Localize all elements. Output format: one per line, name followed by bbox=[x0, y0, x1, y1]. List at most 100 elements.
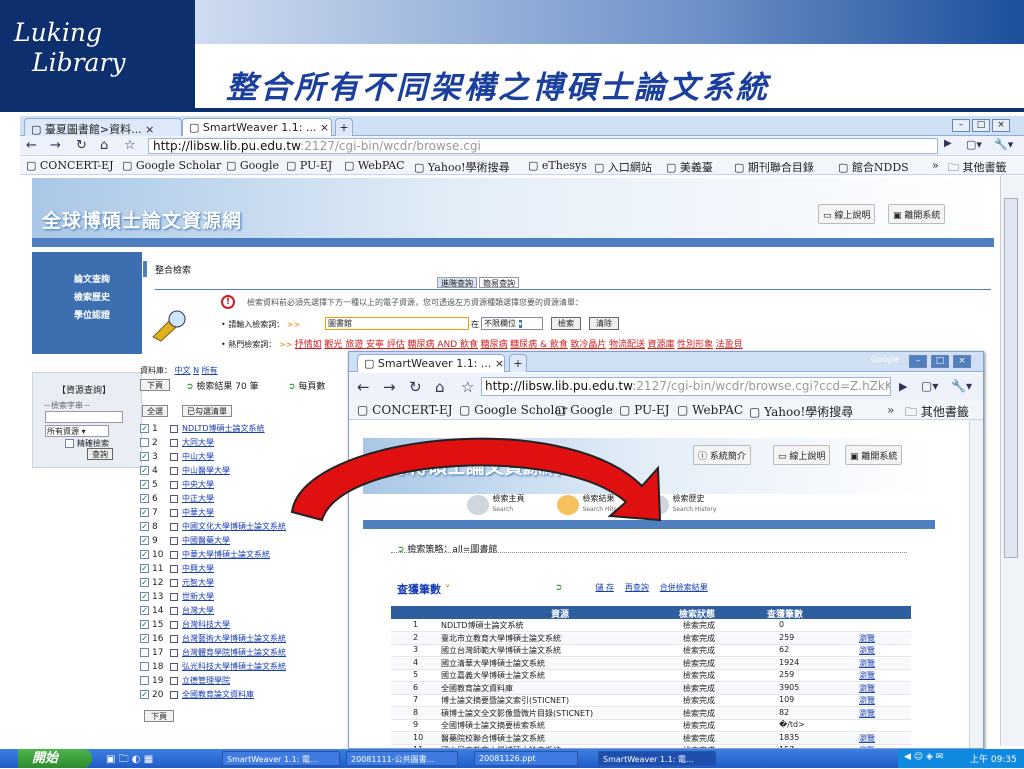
star-icon[interactable]: ☆ bbox=[124, 138, 136, 153]
taskbar-item-smartweaver-active[interactable]: SmartWeaver 1.1: 電... bbox=[598, 751, 716, 766]
bookmark-meiyitai[interactable]: ▢ 美義臺 bbox=[666, 159, 713, 174]
result-list-item[interactable]: 19 立德管理學院 bbox=[140, 675, 340, 688]
home-icon[interactable]: ⌂ bbox=[435, 378, 445, 396]
maximize-button[interactable]: □ bbox=[972, 119, 990, 132]
result-list-item[interactable]: ✓ 13 世新大學 bbox=[140, 591, 340, 604]
side-menu-item-degree[interactable]: 學位認證 bbox=[74, 308, 110, 321]
home-icon[interactable]: ⌂ bbox=[100, 138, 108, 153]
row-browse-link[interactable]: 瀏覽 bbox=[859, 733, 875, 744]
hot-term-link[interactable]: 物流配送 bbox=[609, 340, 645, 350]
result-checkbox[interactable]: ✓ bbox=[140, 564, 149, 573]
resource-link[interactable]: 中興大學 bbox=[182, 564, 214, 573]
resource-link[interactable]: 中央大學 bbox=[182, 480, 214, 489]
bookmark-concert-ej[interactable]: ▢ CONCERT-EJ bbox=[357, 403, 453, 417]
result-list-item[interactable]: ✓ 20 全國教育論文資料庫 bbox=[140, 689, 340, 702]
result-checkbox[interactable] bbox=[140, 438, 149, 447]
page-menu-icon[interactable]: ▢▾ bbox=[921, 379, 938, 393]
row-browse-link[interactable]: 瀏覽 bbox=[859, 708, 875, 719]
selected-list-button[interactable]: 已勾選清單 bbox=[182, 405, 232, 417]
back-icon[interactable]: ← bbox=[26, 138, 37, 153]
result-checkbox[interactable]: ✓ bbox=[140, 466, 149, 475]
minimize-button[interactable]: – bbox=[952, 119, 970, 132]
resource-link[interactable]: 台灣大學 bbox=[182, 606, 214, 615]
resource-link[interactable]: 台灣藝術大學博碩士論文系統 bbox=[182, 634, 286, 643]
result-checkbox[interactable]: ✓ bbox=[140, 620, 149, 629]
inner-close-button[interactable]: × bbox=[953, 355, 971, 368]
resource-link[interactable]: 全國教育論文資料庫 bbox=[182, 690, 254, 699]
bookmark-pu-ej[interactable]: ▢ PU-EJ bbox=[286, 159, 332, 172]
result-list-item[interactable]: ✓ 15 台灣科技大學 bbox=[140, 619, 340, 632]
resource-link[interactable]: NDLTD博碩士論文系統 bbox=[182, 424, 265, 433]
bookmark-webpac[interactable]: ▢ WebPAC bbox=[344, 159, 405, 172]
inner-help-button[interactable]: ▭ 線上說明 bbox=[773, 445, 831, 465]
bookmark-yahoo[interactable]: ▢ Yahoo!學術搜尋 bbox=[749, 403, 853, 419]
bookmark-google[interactable]: ▢ Google bbox=[226, 159, 279, 172]
hot-term-link[interactable]: 觀光 旅遊 安寧 評估 bbox=[324, 340, 405, 350]
hot-term-link[interactable]: 法盈貝 bbox=[716, 340, 743, 350]
next-page-button[interactable]: 下頁 bbox=[140, 379, 170, 391]
side-menu-item-thesis-search[interactable]: 論文查詢 bbox=[74, 272, 110, 285]
taskbar-item-ppt[interactable]: 20081126.ppt bbox=[474, 751, 578, 766]
result-checkbox[interactable]: ✓ bbox=[140, 578, 149, 587]
result-list-item[interactable]: ✓ 10 中華大學博碩士論文系統 bbox=[140, 549, 340, 562]
bookmark-webpac[interactable]: ▢ WebPAC bbox=[677, 403, 743, 417]
resource-link[interactable]: 世新大學 bbox=[182, 592, 214, 601]
db-link-n[interactable]: N bbox=[193, 366, 199, 375]
inner-minimize-button[interactable]: – bbox=[909, 355, 927, 368]
resource-link[interactable]: 台灣體育學院博碩士論文系統 bbox=[182, 648, 286, 657]
result-checkbox[interactable]: ✓ bbox=[140, 522, 149, 531]
bookmark-other-folder[interactable]: 🗀 其他書籤 bbox=[905, 403, 969, 419]
resource-link[interactable]: 台灣科技大學 bbox=[182, 620, 230, 629]
forward-icon[interactable]: → bbox=[50, 138, 61, 153]
close-icon[interactable]: × bbox=[495, 357, 504, 370]
result-list-item[interactable]: ✓ 12 元智大學 bbox=[140, 577, 340, 590]
result-list-item[interactable]: 18 弘光科技大學博碩士論文系統 bbox=[140, 661, 340, 674]
inner-exit-button[interactable]: ▣ 離開系統 bbox=[845, 445, 903, 465]
inner-url-input[interactable]: http://libsw.lib.pu.edu.tw:2127/cgi-bin/… bbox=[481, 377, 891, 396]
start-button[interactable]: 開始 bbox=[18, 749, 92, 768]
bookmark-ethesys[interactable]: ▢ eThesys bbox=[528, 159, 587, 172]
hot-term-link[interactable]: 抒情如 bbox=[295, 340, 322, 350]
merge-results-link[interactable]: 合併檢索結果 bbox=[660, 583, 708, 592]
star-icon[interactable]: ☆ bbox=[461, 378, 474, 396]
scrollbar-thumb[interactable] bbox=[1004, 198, 1018, 558]
bookmarks-overflow-icon[interactable]: » bbox=[932, 159, 939, 172]
bookmark-ndds[interactable]: ▢ 館合NDDS bbox=[838, 159, 909, 174]
hot-term-link[interactable]: 糖尿病 bbox=[481, 340, 508, 350]
result-list-item[interactable]: ✓ 14 台灣大學 bbox=[140, 605, 340, 618]
inner-browser-tab[interactable]: ▢ SmartWeaver 1.1: ... × bbox=[357, 354, 505, 372]
go-icon[interactable]: ▶ bbox=[899, 380, 907, 393]
resource-link[interactable]: 立德管理學院 bbox=[182, 676, 230, 685]
reload-icon[interactable]: ↻ bbox=[76, 138, 87, 153]
resource-link[interactable]: 元智大學 bbox=[182, 578, 214, 587]
resource-link[interactable]: 中正大學 bbox=[182, 494, 214, 503]
save-link[interactable]: 儲 存 bbox=[595, 583, 614, 592]
row-browse-link[interactable]: 瀏覽 bbox=[859, 670, 875, 681]
bookmarks-overflow-icon[interactable]: » bbox=[887, 403, 894, 417]
keyword-input[interactable]: 圖書館 bbox=[325, 317, 469, 330]
resource-select[interactable]: 所有資源 ▾ bbox=[45, 425, 109, 437]
result-checkbox[interactable]: ✓ bbox=[140, 690, 149, 699]
inner-new-tab-button[interactable]: + bbox=[509, 354, 527, 372]
result-checkbox[interactable]: ✓ bbox=[140, 606, 149, 615]
browser-tab-library[interactable]: ▢ 臺夏圖書館>資料... × bbox=[24, 118, 182, 136]
bookmark-google[interactable]: ▢ Google bbox=[555, 403, 613, 417]
system-intro-button[interactable]: ⓘ 系統簡介 bbox=[693, 445, 751, 465]
resource-link[interactable]: 弘光科技大學博碩士論文系統 bbox=[182, 662, 286, 671]
clear-button[interactable]: 清除 bbox=[589, 317, 619, 330]
result-checkbox[interactable]: ✓ bbox=[140, 452, 149, 461]
help-button[interactable]: ▭ 線上說明 bbox=[818, 204, 876, 224]
bookmark-concert-ej[interactable]: ▢ CONCERT-EJ bbox=[26, 159, 114, 172]
tab-advanced-search[interactable]: 進階查詢 bbox=[437, 277, 477, 288]
bookmark-other-folder[interactable]: 🗀 其他書籤 bbox=[948, 159, 1007, 174]
tab-simple-search[interactable]: 簡易查詢 bbox=[479, 277, 519, 288]
page-menu-icon[interactable]: ▢▾ bbox=[966, 138, 982, 151]
select-all-button[interactable]: 全選 bbox=[142, 405, 168, 417]
wrench-icon[interactable]: 🔧▾ bbox=[951, 379, 972, 393]
row-browse-link[interactable]: 瀏覽 bbox=[859, 633, 875, 644]
result-list-item[interactable]: ✓ 16 台灣藝術大學博碩士論文系統 bbox=[140, 633, 340, 646]
wrench-icon[interactable]: 🔧▾ bbox=[994, 138, 1013, 151]
hot-term-link[interactable]: 糖尿病 AND 飲食 bbox=[407, 340, 478, 350]
tray-icons[interactable]: ◀ ☺ ◈ ✉ bbox=[904, 752, 943, 762]
resource-link[interactable]: 中山醫學大學 bbox=[182, 466, 230, 475]
